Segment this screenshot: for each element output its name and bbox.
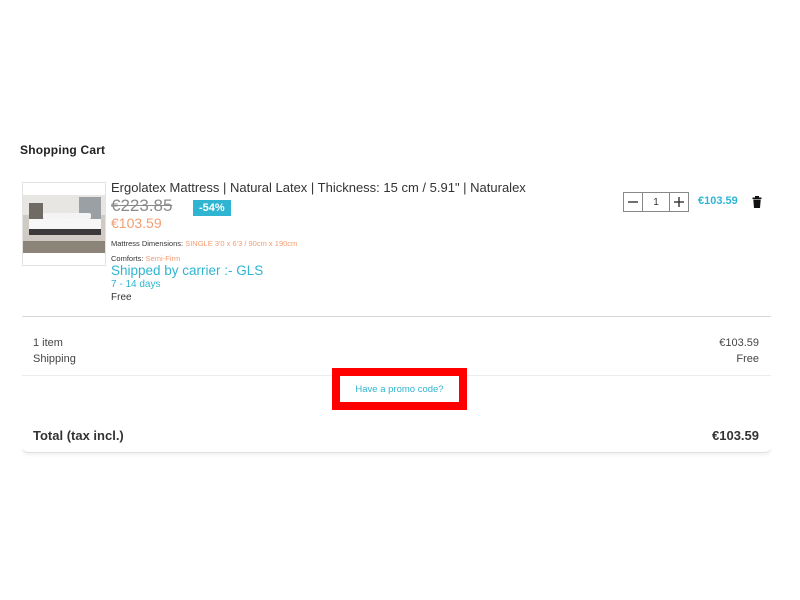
delivery-time: 7 - 14 days: [111, 279, 161, 290]
shipping-value: Free: [736, 353, 759, 365]
total-value: €103.59: [712, 428, 759, 443]
cart-card-edge: [22, 447, 771, 453]
promo-highlight-box: Have a promo code?: [332, 368, 467, 410]
cart-line-item: Ergolatex Mattress | Natural Latex | Thi…: [20, 178, 772, 316]
quantity-increase-button[interactable]: [669, 193, 688, 211]
items-subtotal: €103.59: [719, 337, 759, 349]
attribute-value: SINGLE 3'0 x 6'3 / 90cm x 190cm: [185, 239, 298, 248]
product-image[interactable]: [22, 182, 106, 266]
promo-code-link[interactable]: Have a promo code?: [355, 384, 443, 395]
shipping-label: Shipping: [33, 353, 76, 365]
trash-icon: [752, 196, 762, 208]
attribute-label: Comforts:: [111, 254, 144, 263]
delivery-cost: Free: [111, 292, 132, 303]
items-count-label: 1 item: [33, 337, 63, 349]
attribute-value: Semi-Firm: [145, 254, 181, 263]
product-name[interactable]: Ergolatex Mattress | Natural Latex | Thi…: [111, 180, 526, 195]
quantity-decrease-button[interactable]: [624, 193, 643, 211]
remove-item-button[interactable]: [752, 195, 762, 208]
sale-price: €103.59: [111, 215, 162, 231]
carrier-info: Shipped by carrier :- GLS: [111, 263, 264, 278]
attribute-comfort: Comforts: Semi-Firm: [111, 254, 180, 263]
regular-price: €223.85: [111, 196, 173, 215]
quantity-input[interactable]: [643, 193, 669, 211]
attribute-dimensions: Mattress Dimensions: SINGLE 3'0 x 6'3 / …: [111, 239, 297, 248]
shopping-cart-page: Shopping Cart Ergolatex Mattress | Natur…: [0, 0, 800, 600]
quantity-stepper: [623, 192, 689, 212]
cart-title: Shopping Cart: [20, 143, 106, 157]
attribute-label: Mattress Dimensions:: [111, 239, 184, 248]
total-label: Total (tax incl.): [33, 428, 124, 443]
line-total-price: €103.59: [698, 195, 738, 207]
plus-icon: [674, 197, 684, 207]
discount-badge: -54%: [193, 200, 231, 216]
minus-icon: [628, 201, 638, 203]
divider: [22, 316, 771, 317]
